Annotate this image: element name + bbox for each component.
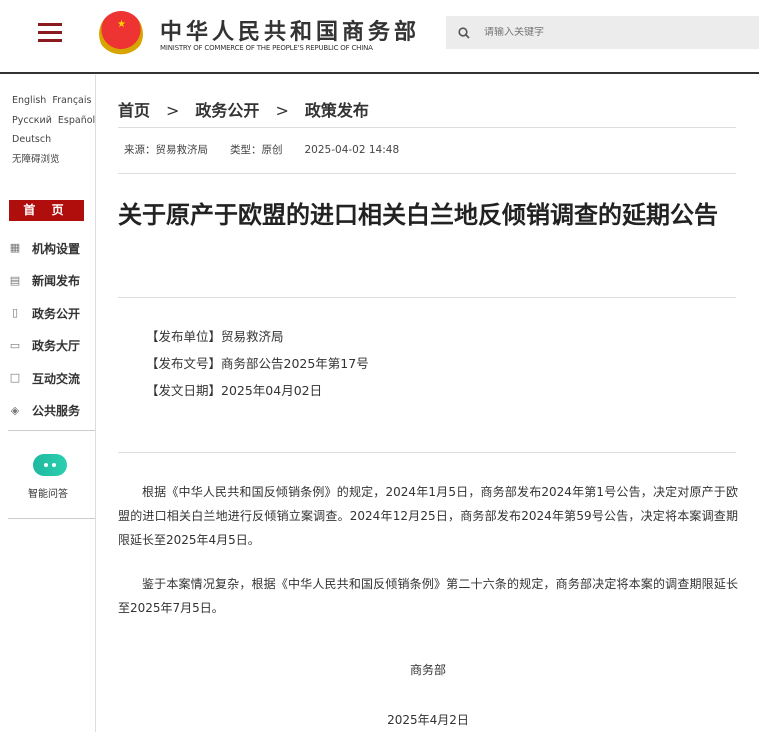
sidebar-home-button[interactable]: 首 页 xyxy=(9,200,84,221)
document-icon: ▯ xyxy=(11,306,19,320)
service-icon: ◈ xyxy=(10,403,20,417)
language-links: English Français Русский Español Deutsch 无… xyxy=(0,75,95,169)
article-body: 根据《中华人民共和国反倾销条例》的规定，2024年1月5日，商务部发布2024年… xyxy=(118,480,738,640)
ai-assistant-icon[interactable] xyxy=(33,454,67,476)
sidebar-item-label: 互动交流 xyxy=(32,371,81,386)
breadcrumb-affairs[interactable]: 政务公开 xyxy=(195,101,259,120)
site-subtitle: MINISTRY OF COMMERCE OF THE PEOPLE'S REP… xyxy=(160,44,373,52)
divider xyxy=(118,297,736,298)
article-paragraph: 根据《中华人民共和国反倾销条例》的规定，2024年1月5日，商务部发布2024年… xyxy=(118,485,738,547)
search-box xyxy=(446,16,759,49)
breadcrumb-home[interactable]: 首页 xyxy=(118,101,150,120)
divider xyxy=(118,452,736,453)
search-icon[interactable] xyxy=(458,26,470,39)
chevron-right-icon: > xyxy=(166,101,180,120)
issuing-unit: 【发布单位】贸易救济局 xyxy=(146,329,284,344)
lang-german[interactable]: Deutsch xyxy=(12,134,51,145)
sidebar-item-label: 政务大厅 xyxy=(32,339,81,354)
monitor-icon: ▭ xyxy=(9,338,21,352)
chat-icon: □ xyxy=(9,371,21,385)
menu-icon[interactable] xyxy=(38,23,62,43)
article-datetime: 2025-04-02 14:48 xyxy=(304,144,400,156)
article-type: 类型：原创 xyxy=(230,144,283,156)
sidebar-item-hall[interactable]: ▭ 政务大厅 xyxy=(8,330,80,363)
sidebar-item-affairs[interactable]: ▯ 政务公开 xyxy=(8,297,80,330)
sidebar-item-label: 机构设置 xyxy=(32,241,81,256)
lang-russian[interactable]: Русский xyxy=(12,115,52,126)
site-title: 中华人民共和国商务部 xyxy=(160,20,421,45)
article-info: 【发布单位】贸易救济局 【发布文号】商务部公告2025年第17号 【发文日期】2… xyxy=(146,323,369,404)
sidebar-nav: ▦ 机构设置 ▤ 新闻发布 ▯ 政务公开 ▭ 政务大厅 □ 互动交流 ◈ 公共服务 xyxy=(8,232,80,427)
article-title: 关于原产于欧盟的进口相关白兰地反倾销调查的延期公告 xyxy=(118,201,718,229)
sidebar-item-label: 公共服务 xyxy=(32,404,81,419)
accessibility-link[interactable]: 无障碍浏览 xyxy=(12,154,60,165)
lang-french[interactable]: Français xyxy=(52,95,91,106)
search-input[interactable] xyxy=(484,27,734,38)
sidebar: English Français Русский Español Deutsch 无… xyxy=(0,75,96,732)
sidebar-item-label: 政务公开 xyxy=(32,306,81,321)
article-source: 来源：贸易救济局 xyxy=(124,144,208,156)
breadcrumb: 首页 > 政务公开 > 政策发布 xyxy=(118,97,369,121)
sidebar-item-service[interactable]: ◈ 公共服务 xyxy=(8,395,80,428)
sign-date: 2025年4月2日 xyxy=(387,713,469,727)
article-meta: 来源：贸易救济局 类型：原创 2025-04-02 14:48 xyxy=(124,142,421,157)
chevron-right-icon: > xyxy=(275,101,289,120)
sidebar-item-interaction[interactable]: □ 互动交流 xyxy=(8,362,80,395)
site-header: ★ 中华人民共和国商务部 MINISTRY OF COMMERCE OF THE… xyxy=(0,0,759,74)
lang-spanish[interactable]: Español xyxy=(58,115,95,126)
article-paragraph: 鉴于本案情况复杂，根据《中华人民共和国反倾销条例》第二十六条的规定，商务部决定将… xyxy=(118,577,738,615)
ai-assistant-label[interactable]: 智能问答 xyxy=(28,485,68,500)
lang-english[interactable]: English xyxy=(12,95,46,106)
divider xyxy=(8,518,95,519)
divider xyxy=(8,430,95,431)
sidebar-item-news[interactable]: ▤ 新闻发布 xyxy=(8,265,80,298)
document-number: 【发布文号】商务部公告2025年第17号 xyxy=(146,356,369,371)
national-emblem-logo: ★ xyxy=(99,11,143,57)
news-icon: ▤ xyxy=(9,273,21,287)
divider xyxy=(118,173,736,174)
signature: 商务部 xyxy=(409,663,446,677)
sidebar-item-org[interactable]: ▦ 机构设置 xyxy=(8,232,80,265)
divider xyxy=(118,127,736,128)
sidebar-item-label: 新闻发布 xyxy=(32,274,81,289)
grid-icon: ▦ xyxy=(9,241,21,255)
breadcrumb-policy[interactable]: 政策发布 xyxy=(305,101,369,120)
issue-date: 【发文日期】2025年04月02日 xyxy=(146,383,323,398)
